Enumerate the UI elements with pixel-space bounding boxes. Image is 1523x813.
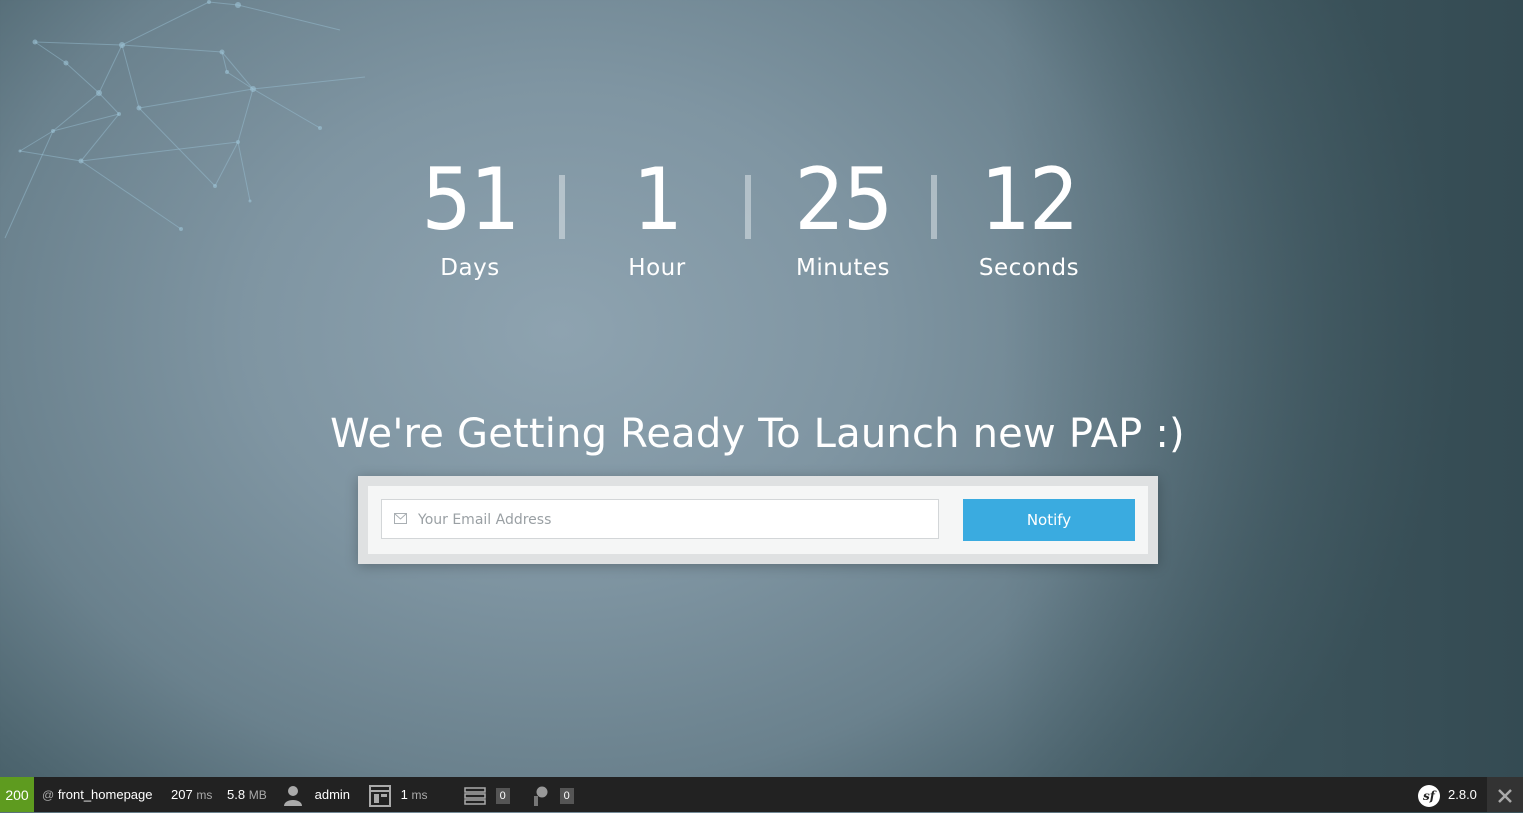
database-panel[interactable]: 0 <box>464 777 510 812</box>
user-name: admin <box>314 787 351 802</box>
countdown-separator <box>745 175 751 239</box>
countdown-separator <box>559 175 565 239</box>
countdown-separator <box>931 175 937 239</box>
version-panel[interactable]: sf 2.8.0 <box>1418 777 1477 812</box>
security-icon <box>534 786 548 806</box>
minutes-label: Minutes <box>795 255 891 281</box>
toolbar-close-button[interactable] <box>1487 777 1523 812</box>
seconds-label: Seconds <box>978 255 1080 281</box>
background-shade <box>1003 0 1523 777</box>
render-time-value: 1 <box>400 787 408 802</box>
email-input[interactable] <box>416 500 920 540</box>
close-icon <box>1498 789 1512 804</box>
memory-value: 5.8 <box>227 787 246 802</box>
security-panel[interactable]: 0 <box>530 777 574 812</box>
countdown-hours: 1 Hour <box>582 150 732 285</box>
countdown: 51 Days 1 Hour 25 Minutes 12 Seconds <box>400 150 1120 300</box>
layout-icon <box>369 784 391 807</box>
memory-unit: MB <box>248 788 267 802</box>
render-time-unit: ms <box>411 788 428 802</box>
route-name: front_homepage <box>57 787 153 802</box>
seconds-value: 12 <box>980 150 1079 250</box>
user-panel[interactable]: admin <box>283 777 350 812</box>
time-unit: ms <box>196 788 213 802</box>
subscribe-form: Notify <box>358 476 1158 564</box>
render-time-panel[interactable]: 1 ms <box>369 777 427 812</box>
time-value: 207 <box>171 787 193 802</box>
database-query-count: 0 <box>495 787 510 804</box>
framework-version: 2.8.0 <box>1448 787 1477 802</box>
page-headline: We're Getting Ready To Launch new PAP :) <box>330 411 1185 457</box>
minutes-value: 25 <box>794 150 893 250</box>
hours-value: 1 <box>632 150 683 250</box>
route-prefix: @ <box>42 788 55 802</box>
email-field-wrapper[interactable] <box>381 499 939 540</box>
days-label: Days <box>440 255 500 281</box>
countdown-days: 51 Days <box>395 150 545 285</box>
user-icon <box>284 785 302 806</box>
debug-toolbar: 200 @ front_homepage 207 ms 5.8 MB admin… <box>0 777 1523 812</box>
countdown-seconds: 12 Seconds <box>954 150 1104 285</box>
days-value: 51 <box>421 150 520 250</box>
hours-label: Hour <box>628 255 686 281</box>
route-panel[interactable]: @ front_homepage <box>42 777 153 812</box>
network-decoration <box>4 0 366 239</box>
status-code-badge[interactable]: 200 <box>0 777 34 812</box>
symfony-logo-icon: sf <box>1418 784 1440 807</box>
subscribe-form-inner: Notify <box>368 486 1148 554</box>
database-icon <box>464 786 486 805</box>
notify-button[interactable]: Notify <box>963 499 1135 541</box>
memory-panel[interactable]: 5.8 MB <box>227 777 267 812</box>
countdown-minutes: 25 Minutes <box>768 150 918 285</box>
security-count: 0 <box>559 787 574 804</box>
time-panel[interactable]: 207 ms <box>171 777 212 812</box>
envelope-icon <box>394 513 407 524</box>
